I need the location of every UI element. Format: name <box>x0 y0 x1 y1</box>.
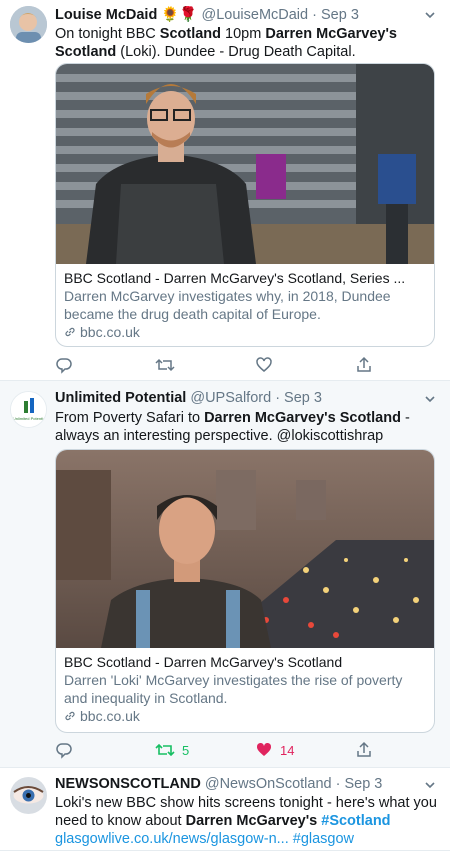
user-handle[interactable]: @NewsOnScotland <box>205 776 332 792</box>
card-domain: bbc.co.uk <box>64 707 426 725</box>
share-icon <box>357 356 371 372</box>
tweet-date[interactable]: · Sep 3 <box>336 776 383 792</box>
hashtag-glasgow[interactable]: #glasgow <box>293 831 354 847</box>
like-button[interactable]: 14 <box>255 740 294 760</box>
share-icon <box>357 741 371 757</box>
card-body: BBC Scotland - Darren McGarvey's Scotlan… <box>56 264 434 346</box>
card-title: BBC Scotland - Darren McGarvey's Scotlan… <box>64 270 406 286</box>
chevron-down-icon[interactable] <box>424 779 436 791</box>
tweet-text: On tonight BBC Scotland 10pm Darren McGa… <box>55 26 397 60</box>
heart-icon <box>256 742 272 756</box>
share-button[interactable] <box>355 740 373 760</box>
tweet-unlimited-potential[interactable]: Unlimited Potential Unlimited Potential … <box>0 381 450 768</box>
share-button[interactable] <box>355 355 373 375</box>
retweet-icon <box>155 358 175 372</box>
name-emoji: 🌻🌹 <box>161 7 198 23</box>
hashtag-scotland[interactable]: #Scotland <box>321 813 390 829</box>
retweet-button[interactable]: 5 <box>155 740 189 760</box>
card-description: Darren McGarvey investigates why, in 201… <box>64 288 391 322</box>
tweet-date[interactable]: · Sep 3 <box>275 390 322 406</box>
avatar[interactable] <box>10 777 47 814</box>
display-name[interactable]: Unlimited Potential <box>55 390 186 406</box>
display-name[interactable]: NEWSONSCOTLAND <box>55 776 201 792</box>
reply-button[interactable] <box>55 740 73 760</box>
retweet-button[interactable] <box>155 355 182 375</box>
card-image <box>56 64 434 264</box>
link-icon <box>65 327 75 337</box>
like-button[interactable] <box>255 355 280 375</box>
reply-button[interactable] <box>55 355 73 375</box>
user-handle[interactable]: @UPSalford <box>190 390 271 406</box>
retweet-icon <box>155 743 175 757</box>
tweet-url[interactable]: glasgowlive.co.uk/news/glasgow-n... <box>55 831 289 847</box>
user-handle[interactable]: @LouiseMcDaid <box>202 7 309 23</box>
tweet-header: Unlimited Potential @UPSalford · Sep 3 <box>55 390 422 406</box>
svg-text:Unlimited Potential: Unlimited Potential <box>13 416 46 421</box>
tweet-header: NEWSONSCOTLAND @NewsOnScotland · Sep 3 <box>55 776 422 792</box>
link-icon <box>65 711 75 721</box>
display-name[interactable]: Louise McDaid <box>55 7 157 23</box>
tweet-text: Loki's new BBC show hits screens tonight… <box>55 795 437 847</box>
like-count: 14 <box>280 742 295 758</box>
avatar[interactable] <box>10 6 47 43</box>
tweet-actions: 5 14 <box>55 740 385 760</box>
avatar[interactable]: Unlimited Potential <box>10 391 47 428</box>
tweet-actions <box>55 355 385 375</box>
tweet-header: Louise McDaid 🌻🌹 @LouiseMcDaid · Sep 3 <box>55 6 422 23</box>
tweet-text: From Poverty Safari to Darren McGarvey's… <box>55 410 410 444</box>
card-image <box>56 450 434 648</box>
link-card[interactable]: BBC Scotland - Darren McGarvey's Scotlan… <box>55 449 435 733</box>
card-description: Darren 'Loki' McGarvey investigates the … <box>64 672 403 706</box>
tweet-louise-mcdaid[interactable]: Louise McDaid 🌻🌹 @LouiseMcDaid · Sep 3 O… <box>0 0 450 381</box>
tweet-newsonscotland[interactable]: NEWSONSCOTLAND @NewsOnScotland · Sep 3 L… <box>0 768 450 851</box>
retweet-count: 5 <box>182 742 190 758</box>
heart-icon <box>256 357 272 372</box>
card-body: BBC Scotland - Darren McGarvey's Scotlan… <box>56 648 434 731</box>
reply-icon <box>56 743 72 759</box>
chevron-down-icon[interactable] <box>424 393 436 405</box>
reply-icon <box>56 358 72 374</box>
chevron-down-icon[interactable] <box>424 9 436 21</box>
card-domain: bbc.co.uk <box>64 323 426 341</box>
link-card[interactable]: BBC Scotland - Darren McGarvey's Scotlan… <box>55 63 435 347</box>
card-title: BBC Scotland - Darren McGarvey's Scotlan… <box>64 654 343 670</box>
tweet-date[interactable]: · Sep 3 <box>312 7 359 23</box>
